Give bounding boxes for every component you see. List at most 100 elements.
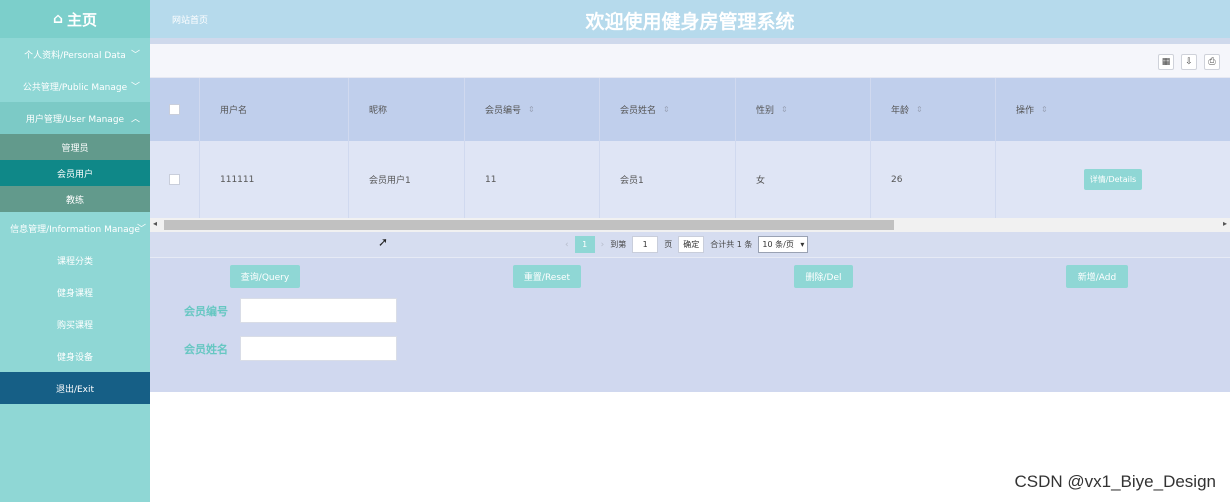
cell-member-no: 11 — [465, 141, 600, 218]
sort-icon[interactable]: ⇕ — [528, 105, 535, 114]
add-button[interactable]: 新增/Add — [1066, 265, 1128, 288]
sidebar-item-label: 健身课程 — [56, 288, 93, 299]
menu-information-manage[interactable]: 信息管理/Information Manage ﹀ — [0, 212, 150, 244]
watermark: CSDN @vx1_Biye_Design — [1014, 472, 1216, 491]
cell-nickname: 会员用户1 — [349, 141, 465, 218]
member-no-label: 会员编号 — [184, 305, 228, 318]
sidebar-item-label: 管理员 — [61, 143, 89, 154]
home-link[interactable]: ⌂ 主页 — [0, 0, 150, 38]
column-label: 用户名 — [220, 106, 248, 116]
action-panel: 查询/Query 重置/Reset 删除/Del 新增/Add 会员编号 会员姓… — [150, 258, 1230, 392]
menu-personal-data[interactable]: 个人资料/Personal Data ﹀ — [0, 38, 150, 70]
cell-member-name: 会员1 — [600, 141, 736, 218]
sidebar-item-admin[interactable]: 管理员 — [0, 134, 150, 160]
brand-label: 主页 — [67, 10, 98, 29]
sort-icon[interactable]: ⇕ — [916, 105, 923, 114]
sidebar: ⌂ 主页 个人资料/Personal Data ﹀ 公共管理/Public Ma… — [0, 0, 150, 502]
next-page-icon[interactable]: › — [601, 240, 605, 250]
horizontal-scrollbar[interactable]: ◂ ▸ — [150, 218, 1230, 232]
column-label: 年龄 — [891, 106, 910, 116]
sidebar-item-equipment[interactable]: 健身设备 — [0, 340, 150, 372]
print-icon[interactable]: ⎙ — [1204, 54, 1220, 70]
menu-label: 公共管理/Public Manage — [22, 82, 128, 93]
column-label: 昵称 — [369, 106, 388, 116]
chevron-down-icon: ﹀ — [130, 50, 140, 61]
goto-page-input[interactable]: 1 — [632, 236, 659, 253]
details-button[interactable]: 详情/Details — [1083, 169, 1143, 190]
scroll-right-icon[interactable]: ▸ — [1223, 219, 1227, 228]
column-label: 会员姓名 — [620, 106, 657, 116]
home-icon: ⌂ — [52, 11, 63, 27]
goto-confirm-button[interactable]: 确定 — [678, 236, 705, 253]
column-label: 操作 — [1016, 106, 1035, 116]
member-no-input[interactable] — [240, 298, 397, 323]
sidebar-item-course-category[interactable]: 课程分类 — [0, 244, 150, 276]
pagination: ‹ 1 › 到第 1 页 确定 合计共 1 条 10 条/页 ▾ — [565, 236, 809, 253]
exit-label: 退出/Exit — [55, 384, 95, 395]
scroll-left-icon[interactable]: ◂ — [153, 219, 157, 228]
current-page[interactable]: 1 — [574, 236, 595, 253]
prev-page-icon[interactable]: ‹ — [565, 240, 569, 250]
menu-label: 信息管理/Information Manage — [10, 224, 140, 235]
table-toolbar: ▦ ⇩ ⎙ — [150, 44, 1230, 78]
page-size-value: 10 条/页 — [762, 240, 794, 249]
sort-icon[interactable]: ⇕ — [781, 105, 788, 114]
export-icon[interactable]: ⇩ — [1181, 54, 1197, 70]
chevron-down-icon: ▾ — [800, 240, 805, 249]
query-button[interactable]: 查询/Query — [230, 265, 300, 288]
goto-prefix: 到第 — [610, 240, 627, 249]
chevron-down-icon: ﹀ — [130, 82, 140, 93]
table-header-row: 用户名 昵称 会员编号 ⇕ 会员姓名 ⇕ 性别 ⇕ 年龄 ⇕ 操作 ⇕ — [150, 78, 1230, 141]
table-row: 111111 会员用户1 11 会员1 女 26 详情/Details — [150, 141, 1230, 218]
cell-username: 111111 — [200, 141, 349, 218]
column-header[interactable]: 年龄 ⇕ — [871, 78, 996, 141]
sidebar-item-label: 健身设备 — [56, 352, 93, 363]
cell-gender: 女 — [736, 141, 871, 218]
menu-label: 用户管理/User Manage — [25, 114, 125, 125]
member-name-label: 会员姓名 — [184, 343, 228, 356]
data-table: 用户名 昵称 会员编号 ⇕ 会员姓名 ⇕ 性别 ⇕ 年龄 ⇕ 操作 ⇕ 111111 会员… — [150, 78, 1230, 218]
select-all-cell — [150, 78, 200, 141]
sidebar-item-coach[interactable]: 教练 — [0, 186, 150, 212]
menu-label: 个人资料/Personal Data — [24, 50, 126, 61]
member-name-input[interactable] — [240, 336, 397, 361]
cell-age: 26 — [871, 141, 996, 218]
sidebar-item-label: 课程分类 — [56, 256, 93, 267]
sidebar-item-member-users[interactable]: 会员用户 — [0, 160, 150, 186]
row-select-cell — [150, 141, 200, 218]
scrollbar-thumb[interactable] — [164, 220, 894, 230]
column-header[interactable]: 性别 ⇕ — [736, 78, 871, 141]
page-size-select[interactable]: 10 条/页 ▾ — [758, 236, 809, 253]
column-header[interactable]: 用户名 — [200, 78, 349, 141]
column-header[interactable]: 会员编号 ⇕ — [465, 78, 600, 141]
row-checkbox[interactable] — [169, 174, 180, 185]
columns-icon[interactable]: ▦ — [1158, 54, 1174, 70]
column-header[interactable]: 操作 ⇕ — [996, 78, 1230, 141]
sort-icon[interactable]: ⇕ — [1041, 105, 1048, 114]
exit-button[interactable]: 退出/Exit — [0, 372, 150, 404]
column-label: 性别 — [756, 106, 775, 116]
sidebar-item-label: 教练 — [65, 195, 84, 206]
total-count: 合计共 1 条 — [710, 240, 753, 249]
column-label: 会员编号 — [485, 106, 522, 116]
page-title: 欢迎使用健身房管理系统 — [585, 11, 795, 33]
column-header[interactable]: 会员姓名 ⇕ — [600, 78, 736, 141]
delete-button[interactable]: 删除/Del — [794, 265, 853, 288]
sidebar-item-label: 购买课程 — [56, 320, 93, 331]
menu-public-manage[interactable]: 公共管理/Public Manage ﹀ — [0, 70, 150, 102]
menu-user-manage[interactable]: 用户管理/User Manage ︿ — [0, 102, 150, 134]
mouse-cursor-icon: ➚ — [378, 235, 389, 249]
select-all-checkbox[interactable] — [169, 104, 180, 115]
sidebar-item-purchase-course[interactable]: 购买课程 — [0, 308, 150, 340]
chevron-down-icon: ﹀ — [136, 224, 146, 235]
sidebar-item-fitness-course[interactable]: 健身课程 — [0, 276, 150, 308]
reset-button[interactable]: 重置/Reset — [513, 265, 581, 288]
cell-actions: 详情/Details — [996, 141, 1230, 218]
chevron-up-icon: ︿ — [130, 114, 140, 125]
sidebar-item-label: 会员用户 — [56, 169, 93, 180]
top-header: 网站首页 欢迎使用健身房管理系统 — [150, 0, 1230, 38]
sort-icon[interactable]: ⇕ — [663, 105, 670, 114]
goto-suffix: 页 — [664, 240, 673, 249]
column-header[interactable]: 昵称 — [349, 78, 465, 141]
pagination-bar: ‹ 1 › 到第 1 页 确定 合计共 1 条 10 条/页 ▾ — [150, 232, 1230, 258]
